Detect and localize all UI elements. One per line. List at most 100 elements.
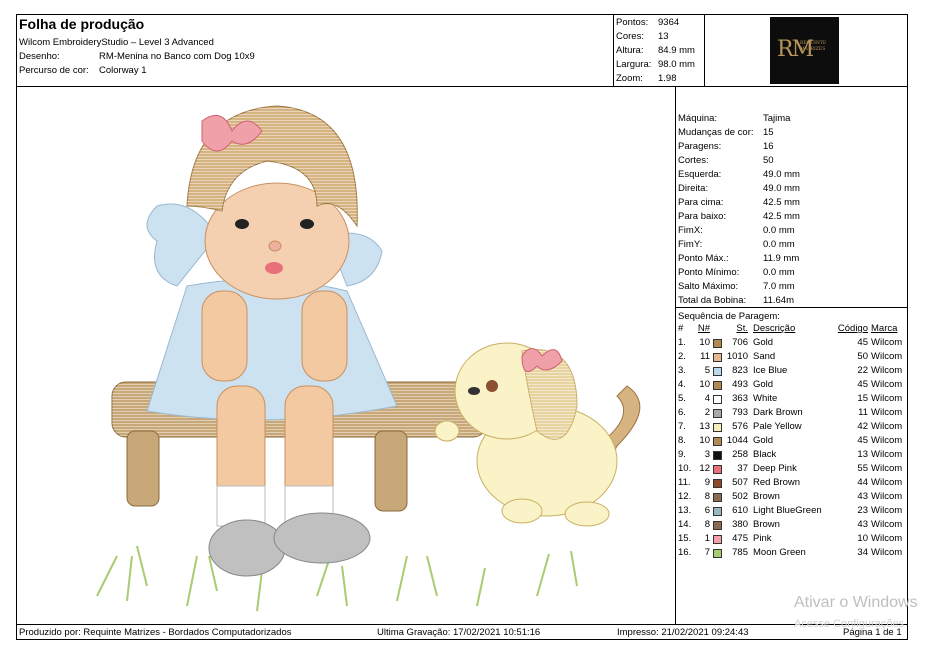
seq-code: 11	[858, 407, 868, 418]
stat-label: Altura:	[616, 45, 644, 56]
produced-by: Produzido por: Requinte Matrizes - Borda…	[19, 627, 292, 638]
sequence-row: 8. 10 1044 Gold 45 Wilcom	[676, 435, 907, 449]
stat-label: Largura:	[616, 59, 652, 70]
seq-brand: Wilcom	[871, 463, 903, 474]
seq-index: 9.	[678, 449, 686, 460]
seq-brand: Wilcom	[871, 491, 903, 502]
design-preview	[17, 86, 676, 624]
seq-brand: Wilcom	[871, 365, 903, 376]
seq-index: 8.	[678, 435, 686, 446]
seq-needle: 5	[704, 365, 710, 376]
seq-index: 16.	[678, 547, 692, 558]
machine-info-label: Paragens:	[678, 141, 722, 152]
seq-code: 45	[857, 337, 868, 348]
color-swatch	[713, 507, 722, 516]
sheet-footer: Produzido por: Requinte Matrizes - Borda…	[17, 624, 907, 640]
design-value: RM-Menina no Banco com Dog 10x9	[99, 51, 255, 62]
stat-label: Pontos:	[616, 17, 649, 28]
seq-brand: Wilcom	[871, 379, 903, 390]
stat-width: Largura: 98.0 mm	[616, 59, 695, 70]
seq-description: Gold	[753, 435, 774, 446]
seq-description: Red Brown	[753, 477, 800, 488]
seq-code: 13	[857, 449, 868, 460]
seq-description: Deep Pink	[753, 463, 797, 474]
seq-needle: 7	[704, 547, 710, 558]
stat-colors: Cores: 13	[616, 31, 669, 42]
stat-value: 13	[658, 31, 669, 42]
divider	[676, 307, 907, 308]
seq-stitch: 507	[732, 477, 748, 488]
color-swatch	[713, 423, 722, 432]
stat-zoom: Zoom: 1.98	[616, 73, 677, 84]
machine-info-value: 42.5 mm	[763, 197, 800, 208]
last-saved: Ultima Gravação: 17/02/2021 10:51:16	[377, 627, 541, 638]
seq-index: 13.	[678, 505, 692, 516]
colorway-value: Colorway 1	[99, 65, 147, 76]
machine-info-value: 49.0 mm	[763, 169, 800, 180]
seq-description: Dark Brown	[753, 407, 803, 418]
col-desc-header: Descrição	[753, 323, 796, 334]
color-swatch	[713, 409, 722, 418]
seq-brand: Wilcom	[871, 337, 903, 348]
activation-watermark-link[interactable]: Acesse Configurações	[794, 618, 904, 630]
color-swatch	[713, 479, 722, 488]
seq-code: 34	[857, 547, 868, 558]
machine-info-row: FimX: 0.0 mm	[678, 225, 795, 236]
stat-label: Cores:	[616, 31, 644, 42]
seq-code: 44	[857, 477, 868, 488]
sequence-row: 3. 5 823 Ice Blue 22 Wilcom	[676, 365, 907, 379]
seq-needle: 12	[699, 463, 710, 474]
machine-info-value: 49.0 mm	[763, 183, 800, 194]
machine-info-label: Mudanças de cor:	[678, 127, 754, 138]
machine-info-label: Esquerda:	[678, 169, 722, 180]
seq-stitch: 502	[732, 491, 748, 502]
seq-needle: 4	[704, 393, 710, 404]
machine-info-row: Para baixo: 42.5 mm	[678, 211, 800, 222]
machine-info-value: 0.0 mm	[763, 239, 795, 250]
seq-needle: 8	[704, 519, 710, 530]
sequence-row: 12. 8 502 Brown 43 Wilcom	[676, 491, 907, 505]
seq-index: 5.	[678, 393, 686, 404]
col-brand-header: Marca	[871, 323, 898, 334]
seq-index: 10.	[678, 463, 692, 474]
software-name: Wilcom EmbroideryStudio – Level 3 Advanc…	[19, 37, 214, 48]
sequence-row: 16. 7 785 Moon Green 34 Wilcom	[676, 547, 907, 561]
machine-info-value: 0.0 mm	[763, 267, 795, 278]
seq-needle: 9	[704, 477, 710, 488]
info-panel: Máquina: Tajima Mudanças de cor: 15 Paragens…	[676, 86, 907, 624]
machine-info-label: FimY:	[678, 239, 703, 250]
machine-info-row: Direita: 49.0 mm	[678, 183, 800, 194]
machine-info-row: FimY: 0.0 mm	[678, 239, 795, 250]
seq-code: 43	[857, 491, 868, 502]
sequence-row: 5. 4 363 White 15 Wilcom	[676, 393, 907, 407]
machine-info-label: Ponto Máx.:	[678, 253, 729, 264]
logo-text: REQUINTE MATRIZES	[800, 41, 827, 52]
machine-info-value: 50	[763, 155, 774, 166]
machine-info-value: 11.9 mm	[763, 253, 800, 264]
seq-description: Pale Yellow	[753, 421, 802, 432]
seq-stitch: 475	[732, 533, 748, 544]
seq-description: Gold	[753, 337, 774, 348]
seq-description: White	[753, 393, 778, 404]
machine-info-label: Ponto Mínimo:	[678, 267, 740, 278]
seq-code: 45	[857, 435, 868, 446]
seq-index: 7.	[678, 421, 686, 432]
stat-label: Zoom:	[616, 73, 643, 84]
col-st-header: St.	[736, 323, 748, 334]
seq-description: Moon Green	[753, 547, 806, 558]
seq-needle: 3	[704, 449, 710, 460]
color-swatch	[713, 353, 722, 362]
sequence-row: 2. 11 1010 Sand 50 Wilcom	[676, 351, 907, 365]
seq-description: Light BlueGreen	[753, 505, 822, 516]
machine-info-row: Ponto Mínimo: 0.0 mm	[678, 267, 795, 278]
seq-code: 10	[857, 533, 868, 544]
seq-brand: Wilcom	[871, 505, 903, 516]
stat-value: 1.98	[658, 73, 677, 84]
color-swatch	[713, 521, 722, 530]
machine-info-label: Salto Máximo:	[678, 281, 739, 292]
seq-needle: 1	[704, 533, 710, 544]
seq-code: 23	[857, 505, 868, 516]
seq-index: 1.	[678, 337, 686, 348]
sequence-row: 11. 9 507 Red Brown 44 Wilcom	[676, 477, 907, 491]
machine-info-label: Para baixo:	[678, 211, 727, 222]
